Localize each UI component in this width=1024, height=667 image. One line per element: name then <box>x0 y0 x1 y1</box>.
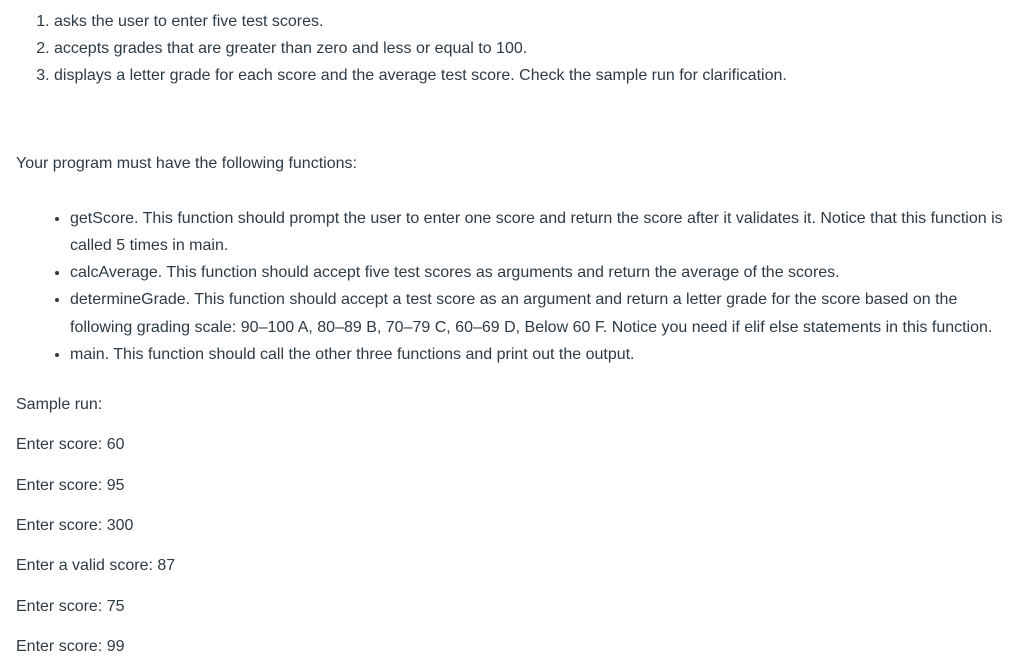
requirements-list: asks the user to enter five test scores.… <box>16 8 1008 90</box>
sample-run-block: Sample run: Enter score: 60 Enter score:… <box>16 394 1008 659</box>
sample-run-line: Enter score: 300 <box>16 515 1008 537</box>
function-item: determineGrade. This function should acc… <box>70 286 1008 340</box>
document-content: asks the user to enter five test scores.… <box>0 0 1024 667</box>
function-item: main. This function should call the othe… <box>70 341 1008 368</box>
function-item: getScore. This function should prompt th… <box>70 205 1008 259</box>
functions-list: getScore. This function should prompt th… <box>16 205 1008 368</box>
sample-run-line: Enter a valid score: 87 <box>16 555 1008 577</box>
sample-run-line: Enter score: 99 <box>16 636 1008 658</box>
sample-run-line: Enter score: 95 <box>16 475 1008 497</box>
sample-run-label: Sample run: <box>16 394 1008 416</box>
sample-run-line: Enter score: 75 <box>16 596 1008 618</box>
functions-intro: Your program must have the following fun… <box>16 150 1008 177</box>
requirement-item: accepts grades that are greater than zer… <box>54 35 1008 62</box>
requirement-item: asks the user to enter five test scores. <box>54 8 1008 35</box>
function-item: calcAverage. This function should accept… <box>70 259 1008 286</box>
requirement-item: displays a letter grade for each score a… <box>54 62 1008 89</box>
sample-run-line: Enter score: 60 <box>16 434 1008 456</box>
